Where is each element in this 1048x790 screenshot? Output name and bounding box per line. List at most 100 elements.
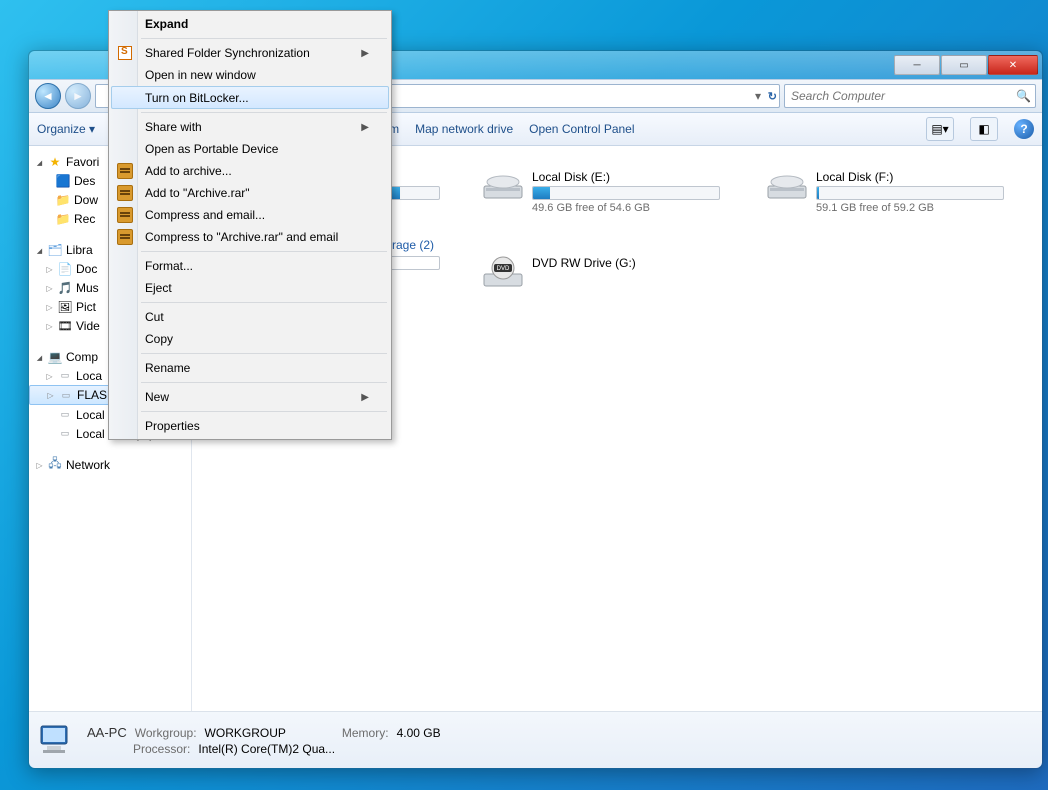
drive-used-bar xyxy=(817,187,819,199)
context-menu-item[interactable]: Turn on BitLocker... xyxy=(111,86,389,109)
search-box[interactable]: 🔍 xyxy=(784,84,1036,108)
submenu-arrow-icon: ▶ xyxy=(361,392,369,403)
context-menu-item[interactable]: Compress to "Archive.rar" and email xyxy=(111,226,389,248)
drive-icon: ▭ xyxy=(57,407,73,423)
context-menu-separator xyxy=(141,302,387,303)
context-menu-label: Share with xyxy=(145,120,361,134)
context-menu-item[interactable]: Format... xyxy=(111,255,389,277)
network-icon: 🖧 xyxy=(47,457,63,473)
drive-icon: ▭ xyxy=(57,368,73,384)
context-menu-label: Compress and email... xyxy=(145,208,369,222)
help-icon[interactable]: ? xyxy=(1014,119,1034,139)
context-menu-item[interactable]: Share with▶ xyxy=(111,116,389,138)
context-menu-label: Copy xyxy=(145,332,369,346)
organize-menu[interactable]: Organize ▾ xyxy=(37,122,95,136)
detail-processor-key: Processor: xyxy=(133,742,190,756)
context-menu-label: Expand xyxy=(145,17,369,31)
context-menu-item[interactable]: Add to "Archive.rar" xyxy=(111,182,389,204)
submenu-arrow-icon: ▶ xyxy=(361,122,369,133)
context-menu-label: Eject xyxy=(145,281,369,295)
drive-item-f[interactable]: Local Disk (F:) 59.1 GB free of 59.2 GB xyxy=(766,170,1006,214)
context-menu-separator xyxy=(141,382,387,383)
close-button[interactable]: ✕ xyxy=(988,55,1038,75)
libraries-icon: 🗂 xyxy=(47,242,63,258)
context-menu-label: Turn on BitLocker... xyxy=(145,91,368,105)
music-icon: 🎵 xyxy=(57,280,73,296)
context-menu-item[interactable]: Shared Folder Synchronization▶ xyxy=(111,42,389,64)
context-menu-label: Compress to "Archive.rar" and email xyxy=(145,230,369,244)
desktop-icon: 🟦 xyxy=(55,173,71,189)
search-icon[interactable]: 🔍 xyxy=(1016,89,1031,103)
context-menu-separator xyxy=(141,411,387,412)
group-header-removable[interactable]: torage (2) xyxy=(382,238,1028,252)
archive-icon xyxy=(117,185,133,201)
drive-icon: ▭ xyxy=(57,426,73,442)
drive-free-text: 49.6 GB free of 54.6 GB xyxy=(532,202,720,214)
pictures-icon: 🖼 xyxy=(57,299,73,315)
hdd-icon xyxy=(766,170,808,204)
context-menu-item[interactable]: Properties xyxy=(111,415,389,437)
context-menu-item[interactable]: New▶ xyxy=(111,386,389,408)
context-menu-item[interactable]: Add to archive... xyxy=(111,160,389,182)
breadcrumb-dropdown-icon[interactable]: ▾ xyxy=(755,85,761,107)
context-menu-label: Rename xyxy=(145,361,369,375)
context-menu-label: Cut xyxy=(145,310,369,324)
drive-item-dvd[interactable]: DVD DVD RW Drive (G:) xyxy=(482,256,722,290)
preview-pane-button[interactable]: ◧ xyxy=(970,117,998,141)
context-menu-separator xyxy=(141,112,387,113)
detail-pc-name: AA-PC xyxy=(87,725,127,740)
drive-item-e[interactable]: Local Disk (E:) 49.6 GB free of 54.6 GB xyxy=(482,170,722,214)
drive-free-text: 59.1 GB free of 59.2 GB xyxy=(816,202,1004,214)
maximize-button[interactable]: ▭ xyxy=(941,55,987,75)
detail-processor: Intel(R) Core(TM)2 Qua... xyxy=(198,742,335,756)
map-drive-link[interactable]: Map network drive xyxy=(415,122,513,136)
view-mode-button[interactable]: ▤▾ xyxy=(926,117,954,141)
context-menu-item[interactable]: Open as Portable Device xyxy=(111,138,389,160)
archive-icon xyxy=(117,163,133,179)
drive-name: DVD RW Drive (G:) xyxy=(532,256,636,270)
detail-memory-key: Memory: xyxy=(342,726,389,740)
refresh-icon[interactable]: ↻ xyxy=(768,85,777,107)
context-menu-separator xyxy=(141,38,387,39)
detail-workgroup: WORKGROUP xyxy=(205,726,286,740)
dvd-icon: DVD xyxy=(482,256,524,290)
context-menu-item[interactable]: Open in new window xyxy=(111,64,389,86)
back-button[interactable]: ◄ xyxy=(35,83,61,109)
context-menu-item[interactable]: Expand xyxy=(111,13,389,35)
context-menu-label: Open as Portable Device xyxy=(145,142,369,156)
control-panel-link[interactable]: Open Control Panel xyxy=(529,122,634,136)
detail-workgroup-key: Workgroup: xyxy=(135,726,197,740)
context-menu-item[interactable]: Cut xyxy=(111,306,389,328)
details-pane: AA-PC Workgroup: WORKGROUP Memory: 4.00 … xyxy=(29,711,1042,768)
context-menu[interactable]: Expand Shared Folder Synchronization▶ Open… xyxy=(108,10,392,440)
downloads-icon: 📁 xyxy=(55,192,71,208)
documents-icon: 📄 xyxy=(57,261,73,277)
sync-icon xyxy=(117,45,133,61)
computer-large-icon xyxy=(37,720,77,760)
search-input[interactable] xyxy=(789,88,1031,104)
context-menu-label: Add to "Archive.rar" xyxy=(145,186,369,200)
context-menu-separator xyxy=(141,353,387,354)
archive-icon xyxy=(117,229,133,245)
context-menu-label: Open in new window xyxy=(145,68,369,82)
submenu-arrow-icon: ▶ xyxy=(361,48,369,59)
context-menu-label: Format... xyxy=(145,259,369,273)
context-menu-item[interactable]: Compress and email... xyxy=(111,204,389,226)
sidebar-network[interactable]: 🖧 Network xyxy=(29,455,191,474)
context-menu-label: Add to archive... xyxy=(145,164,369,178)
drive-name: Local Disk (F:) xyxy=(816,170,1004,184)
context-menu-label: New xyxy=(145,390,361,404)
detail-memory: 4.00 GB xyxy=(397,726,441,740)
context-menu-item[interactable]: Copy xyxy=(111,328,389,350)
archive-icon xyxy=(117,207,133,223)
context-menu-label: Properties xyxy=(145,419,369,433)
drive-name: Local Disk (E:) xyxy=(532,170,720,184)
videos-icon: 🎞 xyxy=(57,318,73,334)
computer-icon: 💻 xyxy=(47,349,63,365)
minimize-button[interactable]: ─ xyxy=(894,55,940,75)
recent-icon: 📁 xyxy=(55,211,71,227)
context-menu-item[interactable]: Rename xyxy=(111,357,389,379)
forward-button[interactable]: ► xyxy=(65,83,91,109)
drive-icon: ▭ xyxy=(58,387,74,403)
context-menu-item[interactable]: Eject xyxy=(111,277,389,299)
